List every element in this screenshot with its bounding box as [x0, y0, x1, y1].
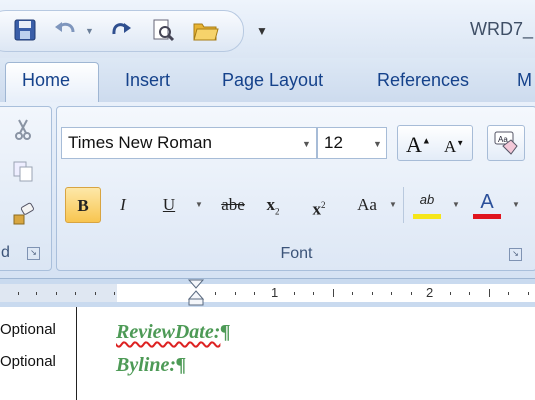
print-preview-icon[interactable]: [150, 17, 176, 43]
copy-icon[interactable]: [11, 159, 35, 183]
font-size-dropdown-icon[interactable]: ▼: [373, 139, 382, 149]
clipboard-group: d ↘: [0, 106, 52, 271]
font-group-label: Font: [280, 245, 313, 262]
clear-formatting-button[interactable]: Aa: [487, 125, 525, 161]
document-line[interactable]: ReviewDate:¶: [116, 321, 230, 344]
grow-font-button[interactable]: A▲: [406, 132, 431, 158]
tab-home[interactable]: Home: [22, 70, 70, 91]
ruler-ticks: [18, 289, 529, 297]
style-label: Optional: [0, 321, 56, 338]
highlight-color-swatch: [413, 214, 441, 219]
underline-dropdown-icon[interactable]: ▼: [195, 200, 203, 209]
font-dialog-launcher-icon[interactable]: ↘: [509, 248, 522, 261]
document-area[interactable]: Optional Optional ReviewDate:¶ Byline:¶: [0, 307, 535, 400]
clear-formatting-icon: Aa: [494, 131, 518, 155]
clipboard-group-label: d: [1, 244, 10, 261]
style-area: Optional Optional: [0, 307, 77, 400]
paragraph-mark: ¶: [176, 354, 186, 376]
document-line[interactable]: Byline:¶: [116, 354, 186, 377]
change-case-button[interactable]: Aa: [347, 187, 387, 223]
font-name-dropdown-icon[interactable]: ▼: [302, 139, 311, 149]
ruler-number-2: 2: [426, 285, 434, 300]
tab-page-layout[interactable]: Page Layout: [222, 70, 323, 91]
font-name-value: Times New Roman: [68, 133, 212, 152]
line-text: ReviewDate:: [116, 321, 221, 343]
format-painter-icon[interactable]: [11, 201, 37, 227]
undo-icon[interactable]: [52, 17, 78, 43]
italic-button[interactable]: I: [105, 187, 141, 223]
window-title: WRD7_: [470, 19, 534, 39]
customize-qat-icon[interactable]: ▼: [256, 24, 268, 38]
shrink-font-button[interactable]: A▼: [444, 137, 464, 157]
change-case-dropdown-icon[interactable]: ▼: [389, 200, 397, 209]
ruler-number-1: 1: [271, 285, 279, 300]
grow-shrink-buttons: A▲ A▼: [397, 125, 473, 161]
open-folder-icon[interactable]: [192, 17, 219, 43]
font-color-swatch: [473, 214, 501, 219]
style-label: Optional: [0, 353, 56, 370]
highlight-dropdown-icon[interactable]: ▼: [452, 200, 460, 209]
font-group: Times New Roman ▼ 12 ▼ A▲ A▼ Aa B I U ▼ …: [56, 106, 535, 271]
ribbon: d ↘ Times New Roman ▼ 12 ▼ A▲ A▼ Aa B I: [0, 102, 535, 278]
horizontal-ruler[interactable]: 1 2: [0, 278, 535, 308]
underline-button[interactable]: U: [151, 187, 187, 223]
tab-insert[interactable]: Insert: [125, 70, 170, 91]
tab-references[interactable]: References: [377, 70, 469, 91]
save-icon[interactable]: [12, 17, 38, 43]
font-color-dropdown-icon[interactable]: ▼: [512, 200, 520, 209]
undo-dropdown-icon[interactable]: ▼: [85, 26, 94, 36]
cut-icon[interactable]: [11, 117, 35, 141]
font-name-combo[interactable]: Times New Roman ▼: [61, 127, 317, 159]
text-highlight-button[interactable]: ab: [409, 187, 445, 223]
strikethrough-button[interactable]: abe: [215, 187, 251, 223]
redo-icon[interactable]: [108, 17, 134, 43]
font-color-button[interactable]: A: [469, 187, 505, 223]
line-text: Byline:: [116, 354, 176, 376]
bold-button[interactable]: B: [65, 187, 101, 223]
ribbon-tabs: Home Insert Page Layout References M: [0, 58, 535, 104]
font-size-combo[interactable]: 12 ▼: [317, 127, 387, 159]
title-bar: ▼ ▼ WRD7_: [0, 0, 535, 58]
font-size-value: 12: [324, 133, 343, 152]
divider: [403, 187, 404, 223]
indent-marker-icon[interactable]: [186, 279, 206, 307]
superscript-button[interactable]: x2: [301, 187, 337, 223]
paragraph-mark: ¶: [220, 321, 231, 343]
clipboard-launcher-icon[interactable]: ↘: [27, 247, 40, 260]
tab-mailings[interactable]: M: [517, 70, 532, 91]
subscript-button[interactable]: x2: [255, 187, 291, 223]
